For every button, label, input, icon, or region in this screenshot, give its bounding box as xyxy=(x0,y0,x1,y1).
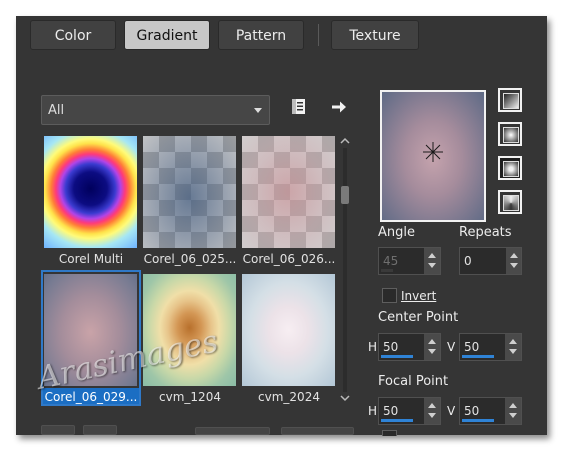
center-h-spinner[interactable]: 50 xyxy=(378,333,441,361)
tab-pattern[interactable]: Pattern xyxy=(218,20,304,50)
chevron-down-icon xyxy=(254,108,262,113)
gradient-swatch[interactable]: cvm_2024 xyxy=(242,274,335,404)
swatch-scrollbar[interactable] xyxy=(339,136,351,404)
center-v-label: V xyxy=(447,340,456,354)
center-h-slider-bar xyxy=(381,355,413,358)
gradient-thumbnail-corel-multi xyxy=(44,136,137,248)
category-dropdown-value: All xyxy=(48,103,65,118)
focal-v-stepper[interactable] xyxy=(505,398,521,424)
list-view-icon[interactable] xyxy=(290,98,308,116)
gradient-label: Corel_06_026... xyxy=(242,252,336,266)
angle-label: Angle xyxy=(378,225,415,240)
center-h-label: H xyxy=(368,340,378,354)
gradient-swatch[interactable]: Corel Multi xyxy=(44,136,137,266)
focal-h-value: 50 xyxy=(383,404,399,418)
linear-style-icon[interactable] xyxy=(498,88,522,112)
invert-checkbox[interactable] xyxy=(382,288,397,303)
repeats-dropdown[interactable]: 0 xyxy=(459,247,522,275)
gradient-overlay xyxy=(143,136,236,248)
link-checkbox-partial[interactable] xyxy=(382,430,397,436)
center-v-slider-bar xyxy=(462,355,494,358)
bottom-button-partial[interactable] xyxy=(41,425,75,435)
bottom-button-partial[interactable] xyxy=(281,427,354,435)
center-point-icon[interactable] xyxy=(423,142,443,162)
tab-gradient[interactable]: Gradient xyxy=(124,20,210,50)
scrollbar-thumb[interactable] xyxy=(341,186,349,204)
tab-texture[interactable]: Texture xyxy=(331,20,419,50)
gradient-swatch[interactable]: Corel_06_026... xyxy=(242,136,335,266)
angle-slider-bar xyxy=(381,269,393,272)
center-v-stepper[interactable] xyxy=(505,334,521,360)
rectangular-style-icon[interactable] xyxy=(498,122,522,146)
repeats-label: Repeats xyxy=(459,225,512,240)
focal-v-value: 50 xyxy=(464,404,480,418)
tab-separator xyxy=(318,24,319,46)
gradient-swatch[interactable]: Corel_06_025... xyxy=(143,136,236,266)
focal-h-stepper[interactable] xyxy=(424,398,440,424)
gradient-preview[interactable] xyxy=(380,90,486,222)
gradient-thumbnail-cvm-2024 xyxy=(242,274,335,386)
center-v-value: 50 xyxy=(464,340,480,354)
focal-v-label: V xyxy=(447,404,456,418)
arrow-right-icon[interactable] xyxy=(330,98,348,116)
center-point-label: Center Point xyxy=(378,310,459,325)
sunburst-style-icon[interactable] xyxy=(498,156,522,180)
focal-h-slider-bar xyxy=(381,419,413,422)
gradient-overlay xyxy=(242,136,335,248)
gradient-label: Corel Multi xyxy=(58,252,124,266)
focal-h-label: H xyxy=(368,404,378,418)
angle-stepper[interactable] xyxy=(424,248,440,274)
focal-v-spinner[interactable]: 50 xyxy=(459,397,522,425)
radial-style-icon[interactable] xyxy=(498,190,522,214)
angle-spinner[interactable]: 45 xyxy=(378,247,441,275)
focal-h-spinner[interactable]: 50 xyxy=(378,397,441,425)
gradient-label: Corel_06_025... xyxy=(143,252,237,266)
focal-v-slider-bar xyxy=(462,419,494,422)
angle-value: 45 xyxy=(383,254,399,268)
repeats-stepper[interactable] xyxy=(506,248,521,274)
gradient-label: cvm_2024 xyxy=(258,390,320,404)
category-dropdown[interactable]: All xyxy=(41,95,270,125)
focal-point-label: Focal Point xyxy=(378,374,449,389)
center-h-stepper[interactable] xyxy=(424,334,440,360)
tab-color[interactable]: Color xyxy=(30,20,116,50)
center-v-spinner[interactable]: 50 xyxy=(459,333,522,361)
repeats-value: 0 xyxy=(464,254,472,268)
gradient-label: cvm_1204 xyxy=(159,390,221,404)
invert-label: Invert xyxy=(401,289,437,303)
bottom-button-partial[interactable] xyxy=(195,427,270,435)
center-h-value: 50 xyxy=(383,340,399,354)
bottom-button-partial[interactable] xyxy=(83,425,117,435)
